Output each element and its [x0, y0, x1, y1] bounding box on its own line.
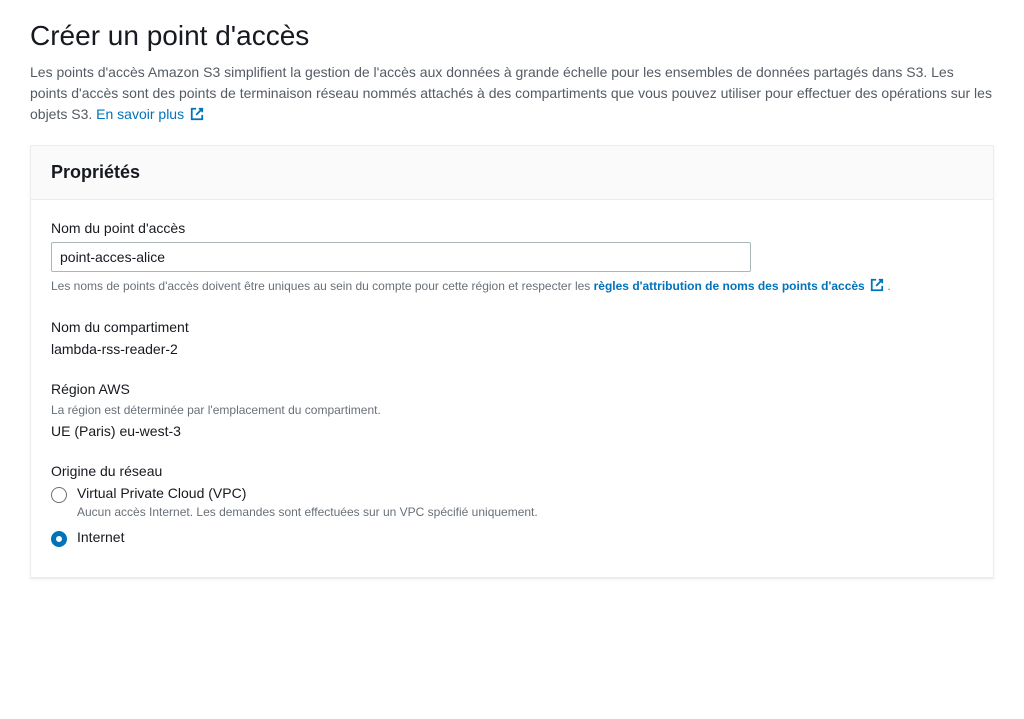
bucket-name-field: Nom du compartiment lambda-rss-reader-2: [51, 319, 973, 357]
vpc-radio-label: Virtual Private Cloud (VPC): [77, 485, 246, 501]
helper-suffix: .: [887, 279, 890, 293]
vpc-radio-desc: Aucun accès Internet. Les demandes sont …: [77, 505, 538, 519]
network-origin-option-internet[interactable]: Internet: [51, 529, 973, 547]
access-point-name-input[interactable]: [51, 242, 751, 272]
access-point-name-field: Nom du point d'accès Les noms de points …: [51, 220, 973, 295]
panel-body: Nom du point d'accès Les noms de points …: [31, 200, 993, 577]
naming-rules-text: règles d'attribution de noms des points …: [594, 279, 865, 293]
learn-more-link[interactable]: En savoir plus: [96, 106, 204, 122]
region-sub: La région est déterminée par l'emplaceme…: [51, 403, 973, 417]
region-field: Région AWS La région est déterminée par …: [51, 381, 973, 439]
internet-radio[interactable]: [51, 531, 67, 547]
external-link-icon: [190, 107, 204, 121]
bucket-name-label: Nom du compartiment: [51, 319, 973, 335]
internet-radio-label: Internet: [77, 529, 124, 545]
helper-prefix: Les noms de points d'accès doivent être …: [51, 279, 594, 293]
vpc-radio[interactable]: [51, 487, 67, 503]
network-origin-field: Origine du réseau Virtual Private Cloud …: [51, 463, 973, 547]
properties-panel: Propriétés Nom du point d'accès Les noms…: [30, 145, 994, 578]
access-point-name-helper: Les noms de points d'accès doivent être …: [51, 278, 973, 295]
page-description: Les points d'accès Amazon S3 simplifient…: [30, 62, 994, 125]
network-origin-option-vpc[interactable]: Virtual Private Cloud (VPC) Aucun accès …: [51, 485, 973, 519]
page-title: Créer un point d'accès: [30, 20, 994, 52]
region-value: UE (Paris) eu-west-3: [51, 423, 973, 439]
naming-rules-link[interactable]: règles d'attribution de noms des points …: [594, 279, 888, 293]
access-point-name-label: Nom du point d'accès: [51, 220, 973, 236]
panel-header: Propriétés: [31, 146, 993, 200]
network-origin-label: Origine du réseau: [51, 463, 973, 479]
external-link-icon: [870, 278, 884, 292]
region-label: Région AWS: [51, 381, 973, 397]
bucket-name-value: lambda-rss-reader-2: [51, 341, 973, 357]
learn-more-text: En savoir plus: [96, 106, 184, 122]
